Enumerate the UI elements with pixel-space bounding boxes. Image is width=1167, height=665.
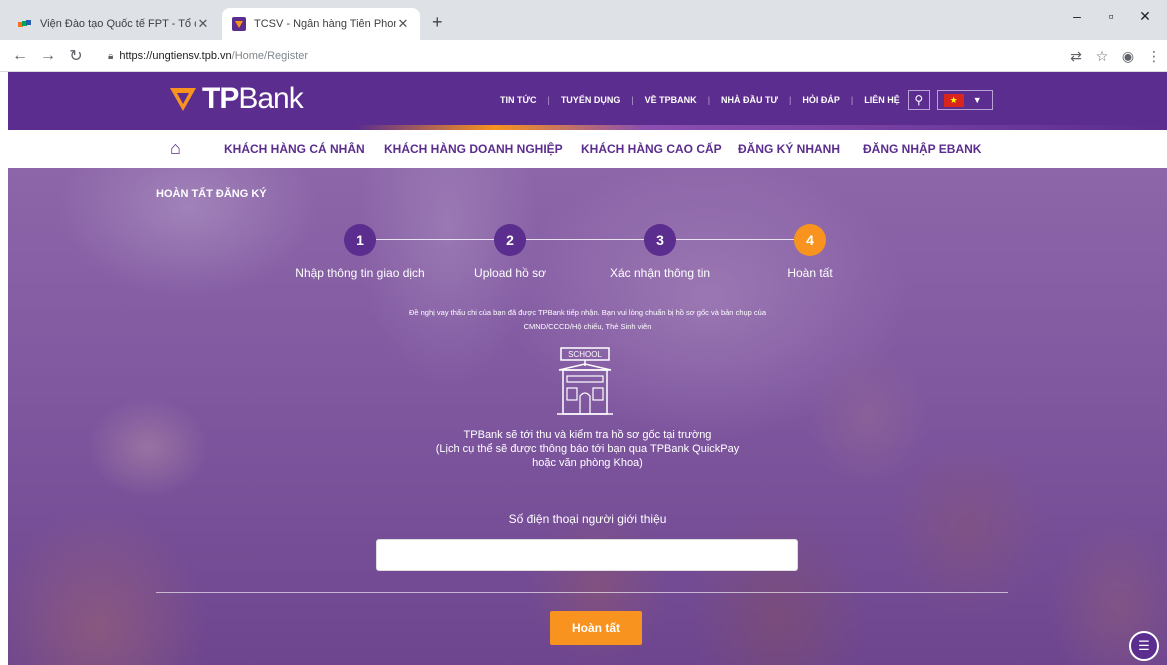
browser-tab-tpbank[interactable]: TCSV - Ngân hàng Tiên Phong | T ✕ (222, 8, 420, 40)
site-header: TPBank TIN TỨC | TUYỂN DỤNG | VỀ TPBANK | N… (8, 72, 1167, 130)
main-nav: ⌂ KHÁCH HÀNG CÁ NHÂN KHÁCH HÀNG DOANH NG… (8, 130, 1167, 168)
info-line: TPBank sẽ tới thu và kiểm tra hồ sơ gốc … (463, 429, 712, 441)
chat-bubble-icon[interactable]: ☰ (1129, 631, 1159, 661)
forward-arrow-icon[interactable]: → (34, 47, 62, 65)
url-host: https://ungtiensv.tpb.vn (119, 50, 232, 62)
step-4-circle: 4 (794, 224, 826, 256)
step-3-circle: 3 (644, 224, 676, 256)
progress-stepper: 1 2 3 4 Nhập thông tin giao dịch Upload … (8, 222, 1167, 292)
back-arrow-icon[interactable]: ← (6, 47, 34, 65)
step-3-label: Xác nhận thông tin (609, 266, 711, 280)
bookmark-star-icon[interactable]: ☆ (1089, 48, 1115, 65)
notice-line: CMND/CCCD/Hộ chiếu, Thẻ Sinh viên (523, 322, 652, 331)
school-sign-text: SCHOOL (568, 350, 602, 359)
step-2-label: Upload hồ sơ (474, 266, 546, 280)
top-nav-news[interactable]: TIN TỨC (500, 95, 536, 105)
new-tab-button[interactable]: + (432, 12, 443, 33)
profile-icon[interactable]: ◉ (1115, 48, 1141, 65)
tab-title: Viện Đào tạo Quốc tế FPT - Tổ ch (40, 18, 196, 30)
top-nav-about[interactable]: VỀ TPBANK (645, 95, 697, 105)
logo-wordmark: TPBank (202, 82, 304, 115)
minimize-button[interactable]: – (1062, 8, 1092, 24)
close-tab-icon[interactable]: ✕ (396, 16, 410, 32)
referrer-phone-label: Số điện thoại người giới thiệu (508, 512, 667, 526)
url-field[interactable]: 🔒︎ https://ungtiensv.tpb.vn/Home/Registe… (108, 46, 308, 66)
lock-icon: 🔒︎ (108, 50, 114, 62)
confirmation-notice: Đề nghị vay thấu chi của bạn đã được TPB… (8, 306, 1167, 334)
info-line: hoặc văn phòng Khoa) (532, 457, 643, 469)
referrer-phone-input[interactable] (376, 539, 798, 571)
tpbank-logo-mark-icon (170, 88, 196, 111)
chevron-down-icon: ▼ (972, 95, 982, 105)
fpt-favicon-icon (18, 20, 31, 27)
complete-button[interactable]: Hoàn tất (550, 611, 642, 645)
tpbank-favicon-icon (232, 17, 246, 31)
step-2-circle: 2 (494, 224, 526, 256)
collection-info: TPBank sẽ tới thu và kiểm tra hồ sơ gốc … (8, 428, 1167, 470)
main-nav-business[interactable]: KHÁCH HÀNG DOANH NGHIỆP (384, 142, 563, 156)
step-connector (376, 239, 494, 240)
translate-icon[interactable]: ⇄ (1063, 48, 1089, 65)
step-1-label: Nhập thông tin giao dịch (295, 266, 425, 280)
main-nav-quick-register[interactable]: ĐĂNG KÝ NHANH (738, 142, 840, 156)
browser-tab-strip: Viện Đào tạo Quốc tế FPT - Tổ ch ✕ TCSV … (0, 0, 1167, 40)
vietnam-flag-icon: ★ (943, 93, 964, 107)
step-connector (676, 239, 794, 240)
page-title: HOÀN TẤT ĐĂNG KÝ (156, 188, 267, 200)
top-nav: TIN TỨC | TUYỂN DỤNG | VỀ TPBANK | NHÀ ĐẦU … (500, 90, 993, 110)
main-nav-personal[interactable]: KHÁCH HÀNG CÁ NHÂN (224, 142, 365, 156)
browser-tab-fpt[interactable]: Viện Đào tạo Quốc tế FPT - Tổ ch ✕ (8, 8, 220, 40)
notice-line: Đề nghị vay thấu chi của bạn đã được TPB… (408, 308, 767, 317)
maximize-button[interactable]: ▫ (1096, 8, 1126, 24)
language-selector[interactable]: ★ ▼ (936, 90, 993, 110)
step-4-label: Hoàn tất (787, 266, 833, 280)
close-window-button[interactable]: ✕ (1130, 8, 1160, 25)
reload-icon[interactable]: ↻ (62, 46, 90, 66)
top-nav-investors[interactable]: NHÀ ĐẦU TƯ (721, 95, 778, 105)
top-nav-careers[interactable]: TUYỂN DỤNG (561, 95, 621, 105)
top-nav-faq[interactable]: HỎI ĐÁP (802, 95, 840, 105)
close-tab-icon[interactable]: ✕ (196, 16, 210, 32)
address-bar: ← → ↻ 🔒︎ https://ungtiensv.tpb.vn/Home/R… (0, 40, 1167, 72)
registration-hero: HOÀN TẤT ĐĂNG KÝ 1 2 3 4 Nhập thông tin … (8, 168, 1167, 665)
url-path: /Home/Register (231, 50, 309, 62)
menu-dots-icon[interactable]: ⋮ (1141, 48, 1167, 65)
main-nav-ebank-login[interactable]: ĐĂNG NHẬP EBANK (863, 142, 981, 156)
tpbank-logo[interactable]: TPBank (168, 82, 304, 116)
school-building-icon: SCHOOL (557, 347, 613, 415)
search-icon[interactable]: ⚲ (907, 90, 930, 110)
info-line: (Lịch cụ thể sẽ được thông báo tới bạn q… (435, 443, 740, 455)
top-nav-contact[interactable]: LIÊN HỆ (864, 95, 900, 105)
form-divider (156, 592, 1008, 593)
step-connector (526, 239, 644, 240)
home-icon[interactable]: ⌂ (170, 138, 181, 159)
step-1-circle: 1 (344, 224, 376, 256)
tab-title: TCSV - Ngân hàng Tiên Phong | T (254, 18, 396, 30)
main-nav-premier[interactable]: KHÁCH HÀNG CAO CẤP (581, 142, 722, 156)
